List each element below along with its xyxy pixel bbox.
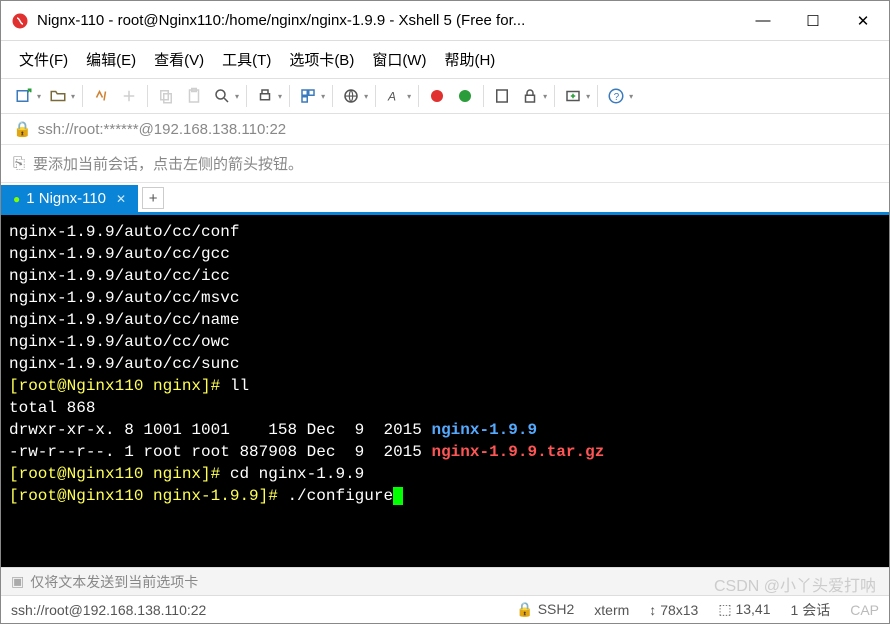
separator [147, 85, 148, 107]
globe-icon[interactable] [338, 83, 364, 109]
toolbar: ▾ ▾ ▾ ▾ ▾ ▾ A ▾ ▾ ▾ ? ▾ [1, 78, 889, 114]
reconnect-icon[interactable] [88, 83, 114, 109]
status-session: 1 会话 [791, 600, 831, 620]
window-controls: — ☐ ✕ [747, 9, 879, 33]
menu-edit[interactable]: 编辑(E) [82, 47, 140, 72]
status-term: xterm [594, 602, 629, 618]
hint-text: 要添加当前会话，点击左侧的箭头按钮。 [33, 153, 303, 174]
terminal-line: nginx-1.9.9/auto/cc/name [9, 311, 239, 329]
terminal[interactable]: nginx-1.9.9/auto/cc/conf nginx-1.9.9/aut… [1, 215, 889, 567]
dropdown-arrow-icon[interactable]: ▾ [321, 92, 325, 101]
separator [597, 85, 598, 107]
terminal-line: nginx-1.9.9/auto/cc/owc [9, 333, 230, 351]
help-icon[interactable]: ? [603, 83, 629, 109]
terminal-line: nginx-1.9.9/auto/cc/gcc [9, 245, 230, 263]
svg-text:A: A [387, 90, 396, 104]
statusbar: ssh://root@192.168.138.110:22 🔒 SSH2 xte… [1, 595, 889, 623]
terminal-line: nginx-1.9.9/auto/cc/msvc [9, 289, 239, 307]
terminal-line: nginx-1.9.9/auto/cc/icc [9, 267, 230, 285]
separator [554, 85, 555, 107]
session-tab[interactable]: ● 1 Nignx-110 ✕ [1, 185, 138, 212]
menu-file[interactable]: 文件(F) [15, 47, 72, 72]
separator [375, 85, 376, 107]
maximize-button[interactable]: ☐ [797, 9, 829, 33]
tab-close-icon[interactable]: ✕ [116, 192, 126, 206]
lock-icon[interactable] [517, 83, 543, 109]
font-icon[interactable]: A [381, 83, 407, 109]
prompt: [root@Nginx110 nginx-1.9.9]# [9, 487, 287, 505]
archive-name: nginx-1.9.9.tar.gz [431, 443, 604, 461]
status-dot-icon: ● [13, 192, 20, 206]
xshell-icon[interactable] [424, 83, 450, 109]
dir-name: nginx-1.9.9 [431, 421, 537, 439]
dropdown-arrow-icon[interactable]: ▾ [37, 92, 41, 101]
dropdown-arrow-icon[interactable]: ▾ [235, 92, 239, 101]
dropdown-arrow-icon[interactable]: ▾ [543, 92, 547, 101]
window-title: Nignx-110 - root@Nginx110:/home/nginx/ng… [37, 12, 747, 29]
dropdown-arrow-icon[interactable]: ▾ [278, 92, 282, 101]
menu-help[interactable]: 帮助(H) [440, 47, 499, 72]
status-size: ↕ 78x13 [649, 602, 698, 618]
address-text: ssh://root:******@192.168.138.110:22 [38, 121, 286, 138]
tab-add-button[interactable]: + [142, 187, 164, 209]
paste-icon[interactable] [181, 83, 207, 109]
broadcast-icon[interactable]: ▣ [11, 573, 24, 590]
ls-perms: -rw-r--r--. 1 root root 887908 Dec 9 201… [9, 443, 431, 461]
dropdown-arrow-icon[interactable]: ▾ [364, 92, 368, 101]
menu-tools[interactable]: 工具(T) [218, 47, 275, 72]
open-icon[interactable] [45, 83, 71, 109]
status-cap: CAP [850, 602, 879, 618]
separator [418, 85, 419, 107]
menu-view[interactable]: 查看(V) [150, 47, 208, 72]
hintbar: ⎘ 要添加当前会话，点击左侧的箭头按钮。 [1, 145, 889, 183]
menu-tabs[interactable]: 选项卡(B) [285, 47, 358, 72]
separator [483, 85, 484, 107]
separator [82, 85, 83, 107]
dropdown-arrow-icon[interactable]: ▾ [586, 92, 590, 101]
status-pos: ⬚ 13,41 [718, 601, 770, 618]
dropdown-arrow-icon[interactable]: ▾ [407, 92, 411, 101]
minimize-button[interactable]: — [747, 9, 779, 33]
command: ll [230, 377, 249, 395]
cursor [393, 487, 403, 505]
new-tab-icon[interactable] [560, 83, 586, 109]
ls-perms: drwxr-xr-x. 8 1001 1001 158 Dec 9 2015 [9, 421, 431, 439]
menubar: 文件(F) 编辑(E) 查看(V) 工具(T) 选项卡(B) 窗口(W) 帮助(… [1, 41, 889, 78]
input-hint: 仅将文本发送到当前选项卡 [30, 572, 198, 592]
print-icon[interactable] [252, 83, 278, 109]
tab-label: 1 Nignx-110 [26, 190, 106, 207]
terminal-line: nginx-1.9.9/auto/cc/conf [9, 223, 239, 241]
status-proto: 🔒 SSH2 [516, 601, 574, 618]
lock-icon: 🔒 [13, 120, 32, 138]
script-icon[interactable] [489, 83, 515, 109]
properties-icon[interactable] [295, 83, 321, 109]
separator [332, 85, 333, 107]
prompt: [root@Nginx110 nginx]# [9, 377, 230, 395]
copy-icon[interactable] [153, 83, 179, 109]
xftp-icon[interactable] [452, 83, 478, 109]
status-connection: ssh://root@192.168.138.110:22 [11, 602, 206, 618]
tabstrip: ● 1 Nignx-110 ✕ + [1, 183, 889, 215]
dropdown-arrow-icon[interactable]: ▾ [71, 92, 75, 101]
menu-window[interactable]: 窗口(W) [368, 47, 430, 72]
close-button[interactable]: ✕ [847, 9, 879, 33]
terminal-line: nginx-1.9.9/auto/cc/sunc [9, 355, 239, 373]
disconnect-icon[interactable] [116, 83, 142, 109]
addressbar[interactable]: 🔒 ssh://root:******@192.168.138.110:22 [1, 114, 889, 145]
input-bar[interactable]: ▣ 仅将文本发送到当前选项卡 [1, 567, 889, 595]
arrow-icon[interactable]: ⎘ [13, 155, 25, 172]
app-icon [11, 12, 29, 30]
svg-text:?: ? [614, 92, 620, 103]
dropdown-arrow-icon[interactable]: ▾ [629, 92, 633, 101]
prompt: [root@Nginx110 nginx]# [9, 465, 230, 483]
command: ./configure [287, 487, 393, 505]
separator [246, 85, 247, 107]
terminal-line: total 868 [9, 399, 95, 417]
separator [289, 85, 290, 107]
command: cd nginx-1.9.9 [230, 465, 364, 483]
find-icon[interactable] [209, 83, 235, 109]
titlebar: Nignx-110 - root@Nginx110:/home/nginx/ng… [1, 1, 889, 41]
new-session-icon[interactable] [11, 83, 37, 109]
